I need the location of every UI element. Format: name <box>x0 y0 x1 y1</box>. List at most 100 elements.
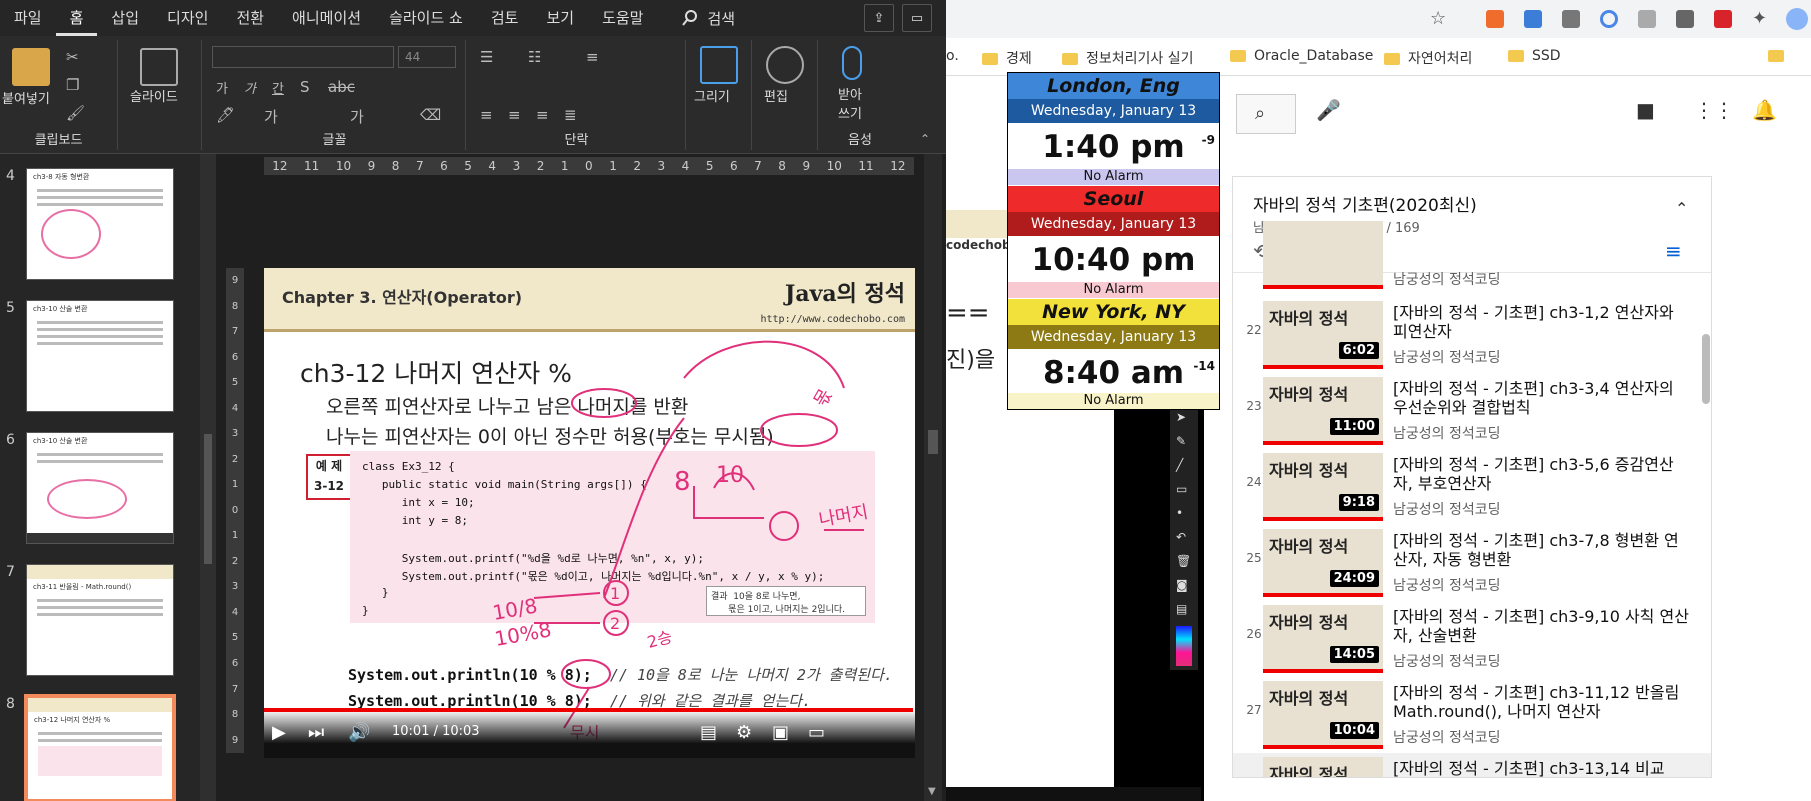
playlist-item-channel[interactable]: 남궁성의 정석코딩 <box>1393 651 1501 671</box>
share-icon[interactable]: ⇪ <box>864 4 894 32</box>
puzzle-icon[interactable]: ✦ <box>1752 8 1767 29</box>
comment-icon[interactable]: ▭ <box>902 4 932 32</box>
new-slide-icon[interactable] <box>140 48 178 86</box>
video-thumbnail[interactable]: 자바의 정석 6:02 <box>1263 301 1383 369</box>
bookmark-folder[interactable]: 자연어처리 <box>1384 48 1472 68</box>
microphone-icon[interactable] <box>842 46 862 80</box>
edit-label[interactable]: 편집 <box>764 86 788 105</box>
playlist-menu-icon[interactable]: ≡ <box>1665 239 1682 263</box>
bookmark-folder[interactable]: 정보처리기사 실기 <box>1062 48 1194 68</box>
bookmark-folder[interactable]: 경제 <box>982 48 1032 68</box>
playlist-item-channel[interactable]: 남궁성의 정석코딩 <box>1393 499 1501 519</box>
strike-icon[interactable]: abc <box>328 78 355 96</box>
line-spacing-icon[interactable]: ≡ <box>586 48 599 66</box>
eraser-icon[interactable]: ▭ <box>1176 482 1192 498</box>
ppt-search[interactable]: 검색 <box>681 8 735 29</box>
pen-icon[interactable]: ✎ <box>1176 434 1192 450</box>
bookmark-folder[interactable]: SSD <box>1508 48 1561 64</box>
video-thumbnail[interactable]: 자바의 정석 10:04 <box>1263 681 1383 749</box>
clear-format-icon[interactable]: ⌫ <box>420 106 441 124</box>
shadow-icon[interactable]: S <box>300 78 310 96</box>
font-size-box[interactable]: 44 <box>398 46 456 68</box>
draw-label[interactable]: 그리기 <box>694 86 730 105</box>
align-left-icon[interactable]: ≡ <box>480 106 493 124</box>
extension-icon[interactable] <box>1562 10 1580 28</box>
align-center-icon[interactable]: ≡ <box>508 106 521 124</box>
scroll-down-icon[interactable]: ▼ <box>928 786 936 797</box>
slide-thumb-7[interactable]: ch3-11 반올림 - Math.round() <box>26 564 174 676</box>
playlist-item-channel[interactable]: 남궁성의 정석코딩 <box>1393 575 1501 595</box>
slide-thumb-4[interactable]: ch3-8 자동 형변환 <box>26 168 174 280</box>
color-palette[interactable] <box>1176 626 1192 666</box>
align-right-icon[interactable]: ≡ <box>536 106 549 124</box>
copy-icon[interactable]: ❐ <box>66 76 79 94</box>
playlist-item-title[interactable]: [자바의 정석 - 기초편] ch3-5,6 증감연산자, 부호연산자 <box>1393 455 1693 493</box>
font-color-icon[interactable]: 가 <box>264 106 278 127</box>
playlist-item-channel[interactable]: 남궁성의 정석코딩 <box>1393 727 1501 747</box>
video-thumbnail[interactable]: 자바의 정석 24:09 <box>1263 529 1383 597</box>
mic-icon[interactable]: 🎤 <box>1316 98 1341 122</box>
numbering-icon[interactable]: ☷ <box>528 48 541 66</box>
playlist-item-channel[interactable]: 남궁성의 정석코딩 <box>1393 347 1501 367</box>
subtitles-icon[interactable]: ▤ <box>700 722 717 743</box>
slide-video-frame[interactable]: Chapter 3. 연산자(Operator) Java의 정석 http:/… <box>264 268 915 758</box>
menu-home[interactable]: 홈 <box>55 0 98 36</box>
playlist-item-title[interactable]: [자바의 정석 - 기초편] ch3-1,2 연산자와 피연산자 <box>1393 303 1693 341</box>
playlist-item[interactable]: 27 자바의 정석 10:04 [자바의 정석 - 기초편] ch3-11,12 … <box>1233 677 1711 753</box>
apps-icon[interactable]: ⋮⋮ <box>1694 98 1734 122</box>
next-icon[interactable]: ⏭ <box>308 722 324 743</box>
video-thumbnail[interactable]: 자바의 정석 14:05 <box>1263 605 1383 673</box>
playlist-item[interactable]: 26 자바의 정석 14:05 [자바의 정석 - 기초편] ch3-9,10 사… <box>1233 601 1711 677</box>
playlist-item-title[interactable]: [자바의 정석 - 기초편] ch3-7,8 형변환 연산자, 자동 형변환 <box>1393 531 1693 569</box>
bookmark-folder[interactable]: Oracle_Database <box>1230 48 1373 64</box>
justify-icon[interactable]: ≣ <box>564 106 577 124</box>
playlist-item-title[interactable]: [자바의 정석 - 기초편] ch3-9,10 사칙 연산자, 산술변환 <box>1393 607 1693 645</box>
playlist-item[interactable]: 자바의 정석 [자바의 정석 - 기초편] ch3-13,14 비교 <box>1233 753 1711 777</box>
cut-icon[interactable]: ✂ <box>66 48 79 66</box>
bold-icon[interactable]: 가 <box>216 78 228 97</box>
menu-slideshow[interactable]: 슬라이드 쇼 <box>375 0 477 36</box>
dot-icon[interactable]: • <box>1176 506 1192 522</box>
collapse-ribbon-icon[interactable]: ⌃ <box>920 132 930 146</box>
video-thumbnail[interactable]: 자바의 정석 <box>1263 757 1383 777</box>
playlist-item-title[interactable]: [자바의 정석 - 기초편] ch3-3,4 연산자의 우선순위와 결합법칙 <box>1393 379 1693 417</box>
slide-thumb-6[interactable]: ch3-10 산술 변환 <box>26 432 174 544</box>
format-painter-icon[interactable]: 🖌 <box>66 104 85 122</box>
menu-animations[interactable]: 애니메이션 <box>278 0 375 36</box>
thumbnail-scrollbar[interactable] <box>200 154 216 801</box>
playlist-item[interactable]: 24 자바의 정석 9:18 [자바의 정석 - 기초편] ch3-5,6 증감연… <box>1233 449 1711 525</box>
clipboard-icon[interactable]: ▤ <box>1176 602 1192 618</box>
settings-icon[interactable]: ⚙ <box>736 722 752 743</box>
volume-icon[interactable]: 🔊 <box>348 722 370 743</box>
playlist-title[interactable]: 자바의 정석 기초편(2020최신) <box>1253 191 1477 216</box>
playlist-item[interactable]: 25 자바의 정석 24:09 [자바의 정석 - 기초편] ch3-7,8 형변… <box>1233 525 1711 601</box>
line-icon[interactable]: ╱ <box>1176 458 1192 474</box>
slide-thumb-5[interactable]: ch3-10 산술 변환 <box>26 300 174 412</box>
slide-thumb-8[interactable]: ch3-12 나머지 연산자 % <box>24 694 176 801</box>
underline-icon[interactable]: 간 <box>272 78 284 97</box>
cursor-icon[interactable]: ➤ <box>1176 410 1192 426</box>
extension-icon[interactable] <box>1524 10 1542 28</box>
video-thumbnail[interactable]: 자바의 정석 11:00 <box>1263 377 1383 445</box>
collapse-chevron-icon[interactable]: ⌃ <box>1675 199 1688 218</box>
notifications-icon[interactable]: 🔔 <box>1752 98 1777 122</box>
list-item[interactable]: 남궁성의 정석코딩 <box>1233 221 1711 289</box>
menu-file[interactable]: 파일 <box>0 0 56 36</box>
slide-scrollbar[interactable]: ▼ <box>924 154 942 801</box>
theater-icon[interactable]: ▭ <box>808 722 825 743</box>
profile-avatar[interactable] <box>1786 8 1808 30</box>
menu-insert[interactable]: 삽입 <box>97 0 153 36</box>
pdf-extension-icon[interactable] <box>1714 10 1732 28</box>
menu-design[interactable]: 디자인 <box>153 0 222 36</box>
search-button[interactable]: ⌕ <box>1236 94 1296 134</box>
paste-icon[interactable] <box>12 48 50 86</box>
undo-icon[interactable]: ↶ <box>1176 530 1192 546</box>
trash-icon[interactable]: 🗑 <box>1176 554 1192 570</box>
bullets-icon[interactable]: ☰ <box>480 48 493 66</box>
playlist-item-title[interactable]: [자바의 정석 - 기초편] ch3-13,14 비교 <box>1393 759 1693 777</box>
menu-help[interactable]: 도움말 <box>588 0 657 36</box>
play-icon[interactable]: ▶ <box>272 722 286 743</box>
paste-label[interactable]: 붙여넣기 <box>2 88 50 107</box>
playlist-scrollbar[interactable] <box>1702 334 1710 404</box>
menu-review[interactable]: 검토 <box>477 0 533 36</box>
